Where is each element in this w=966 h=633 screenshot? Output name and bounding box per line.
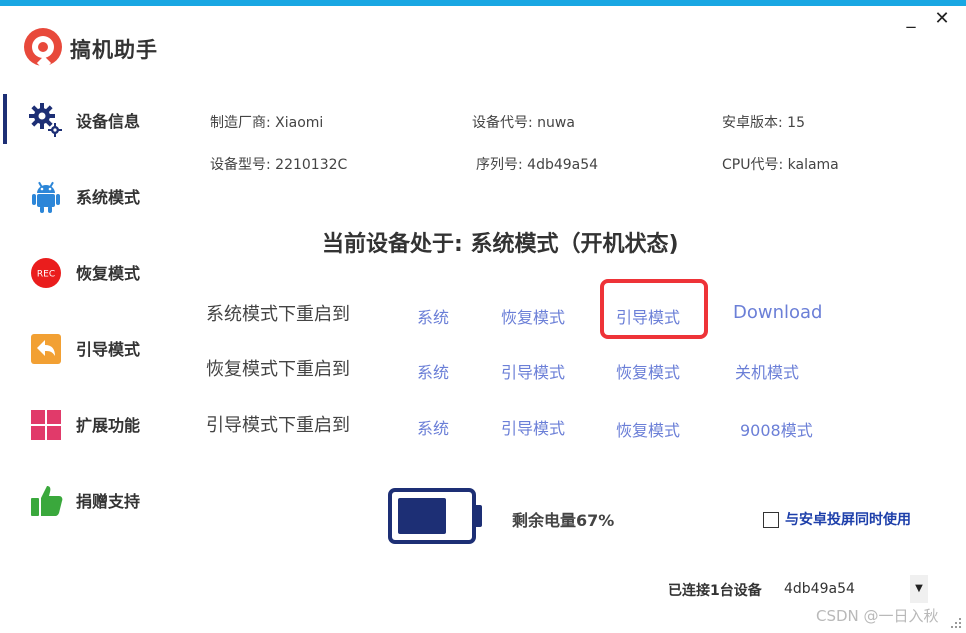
reboot-link[interactable]: Download (733, 302, 822, 323)
sidebar-item-donate[interactable]: 捐赠支持 (28, 476, 178, 522)
screen-mirror-checkbox[interactable] (763, 512, 779, 528)
battery-text: 剩余电量67% (512, 511, 615, 530)
reboot-row-label-bootloader: 引导模式下重启到 (206, 415, 350, 436)
close-button[interactable]: ✕ (931, 8, 953, 30)
minimize-button[interactable]: _ (900, 8, 922, 30)
device-select[interactable]: 4db49a54 ▼ (778, 575, 928, 603)
app-title: 搞机助手 (70, 38, 158, 62)
top-accent-bar (0, 0, 966, 6)
highlight-box (600, 279, 708, 339)
app-logo-icon (24, 28, 62, 71)
reboot-link[interactable]: 引导模式 (501, 415, 565, 439)
reboot-link[interactable]: 恢复模式 (616, 417, 680, 441)
reboot-row-label-system: 系统模式下重启到 (206, 304, 350, 325)
watermark: CSDN @一日入秋 (816, 607, 939, 625)
sidebar-item-label: 系统模式 (76, 188, 141, 207)
reboot-link[interactable]: 关机模式 (735, 359, 799, 383)
reboot-link[interactable]: 恢复模式 (501, 304, 565, 328)
codename-value: 设备代号: nuwa (472, 115, 575, 131)
chevron-down-icon[interactable]: ▼ (910, 575, 928, 603)
sidebar-item-extensions[interactable]: 扩展功能 (28, 400, 178, 446)
svg-text:REC: REC (37, 270, 55, 280)
sidebar-item-label: 引导模式 (76, 340, 141, 359)
sidebar-item-device-info[interactable]: 设备信息 (28, 96, 178, 142)
sidebar-item-recovery-mode[interactable]: REC 恢复模式 (28, 248, 178, 294)
reboot-link[interactable]: 9008模式 (740, 417, 813, 441)
battery-level-fill (398, 498, 446, 534)
sidebar-item-label: 捐赠支持 (76, 492, 141, 511)
connection-status: 已连接1台设备 (668, 583, 762, 599)
reboot-row-label-recovery: 恢复模式下重启到 (206, 359, 350, 380)
rec-icon: REC (31, 258, 61, 288)
reboot-link[interactable]: 恢复模式 (616, 359, 680, 383)
device-status-title: 当前设备处于: 系统模式（开机状态) (322, 232, 679, 257)
reboot-link[interactable]: 系统 (417, 415, 449, 439)
sidebar-item-label: 设备信息 (76, 112, 141, 131)
model-value: 设备型号: 2210132C (210, 157, 348, 173)
android-icon (32, 181, 60, 213)
serial-value: 序列号: 4db49a54 (476, 157, 599, 173)
battery-terminal (476, 505, 482, 527)
cpu-value: CPU代号: kalama (722, 157, 839, 173)
sidebar-item-system-mode[interactable]: 系统模式 (28, 172, 178, 218)
sidebar-item-label: 扩展功能 (76, 416, 141, 435)
sidebar-item-bootloader-mode[interactable]: 引导模式 (28, 324, 178, 370)
grid-icon (31, 410, 61, 440)
resize-grip-icon[interactable] (950, 617, 962, 629)
sidebar-item-label: 恢复模式 (76, 264, 141, 283)
manufacturer-value: 制造厂商: Xiaomi (210, 115, 324, 131)
reboot-link[interactable]: 系统 (417, 359, 449, 383)
device-select-value: 4db49a54 (784, 581, 855, 597)
reboot-link[interactable]: 引导模式 (501, 359, 565, 383)
thumbs-up-icon (31, 486, 63, 516)
reboot-link[interactable]: 系统 (417, 304, 449, 328)
battery-icon (388, 488, 476, 544)
gear-icon (29, 103, 62, 137)
screen-mirror-label[interactable]: 与安卓投屏同时使用 (785, 509, 911, 529)
android-version-value: 安卓版本: 15 (722, 115, 805, 131)
back-arrow-icon (31, 334, 61, 364)
sidebar-active-indicator (3, 94, 7, 144)
